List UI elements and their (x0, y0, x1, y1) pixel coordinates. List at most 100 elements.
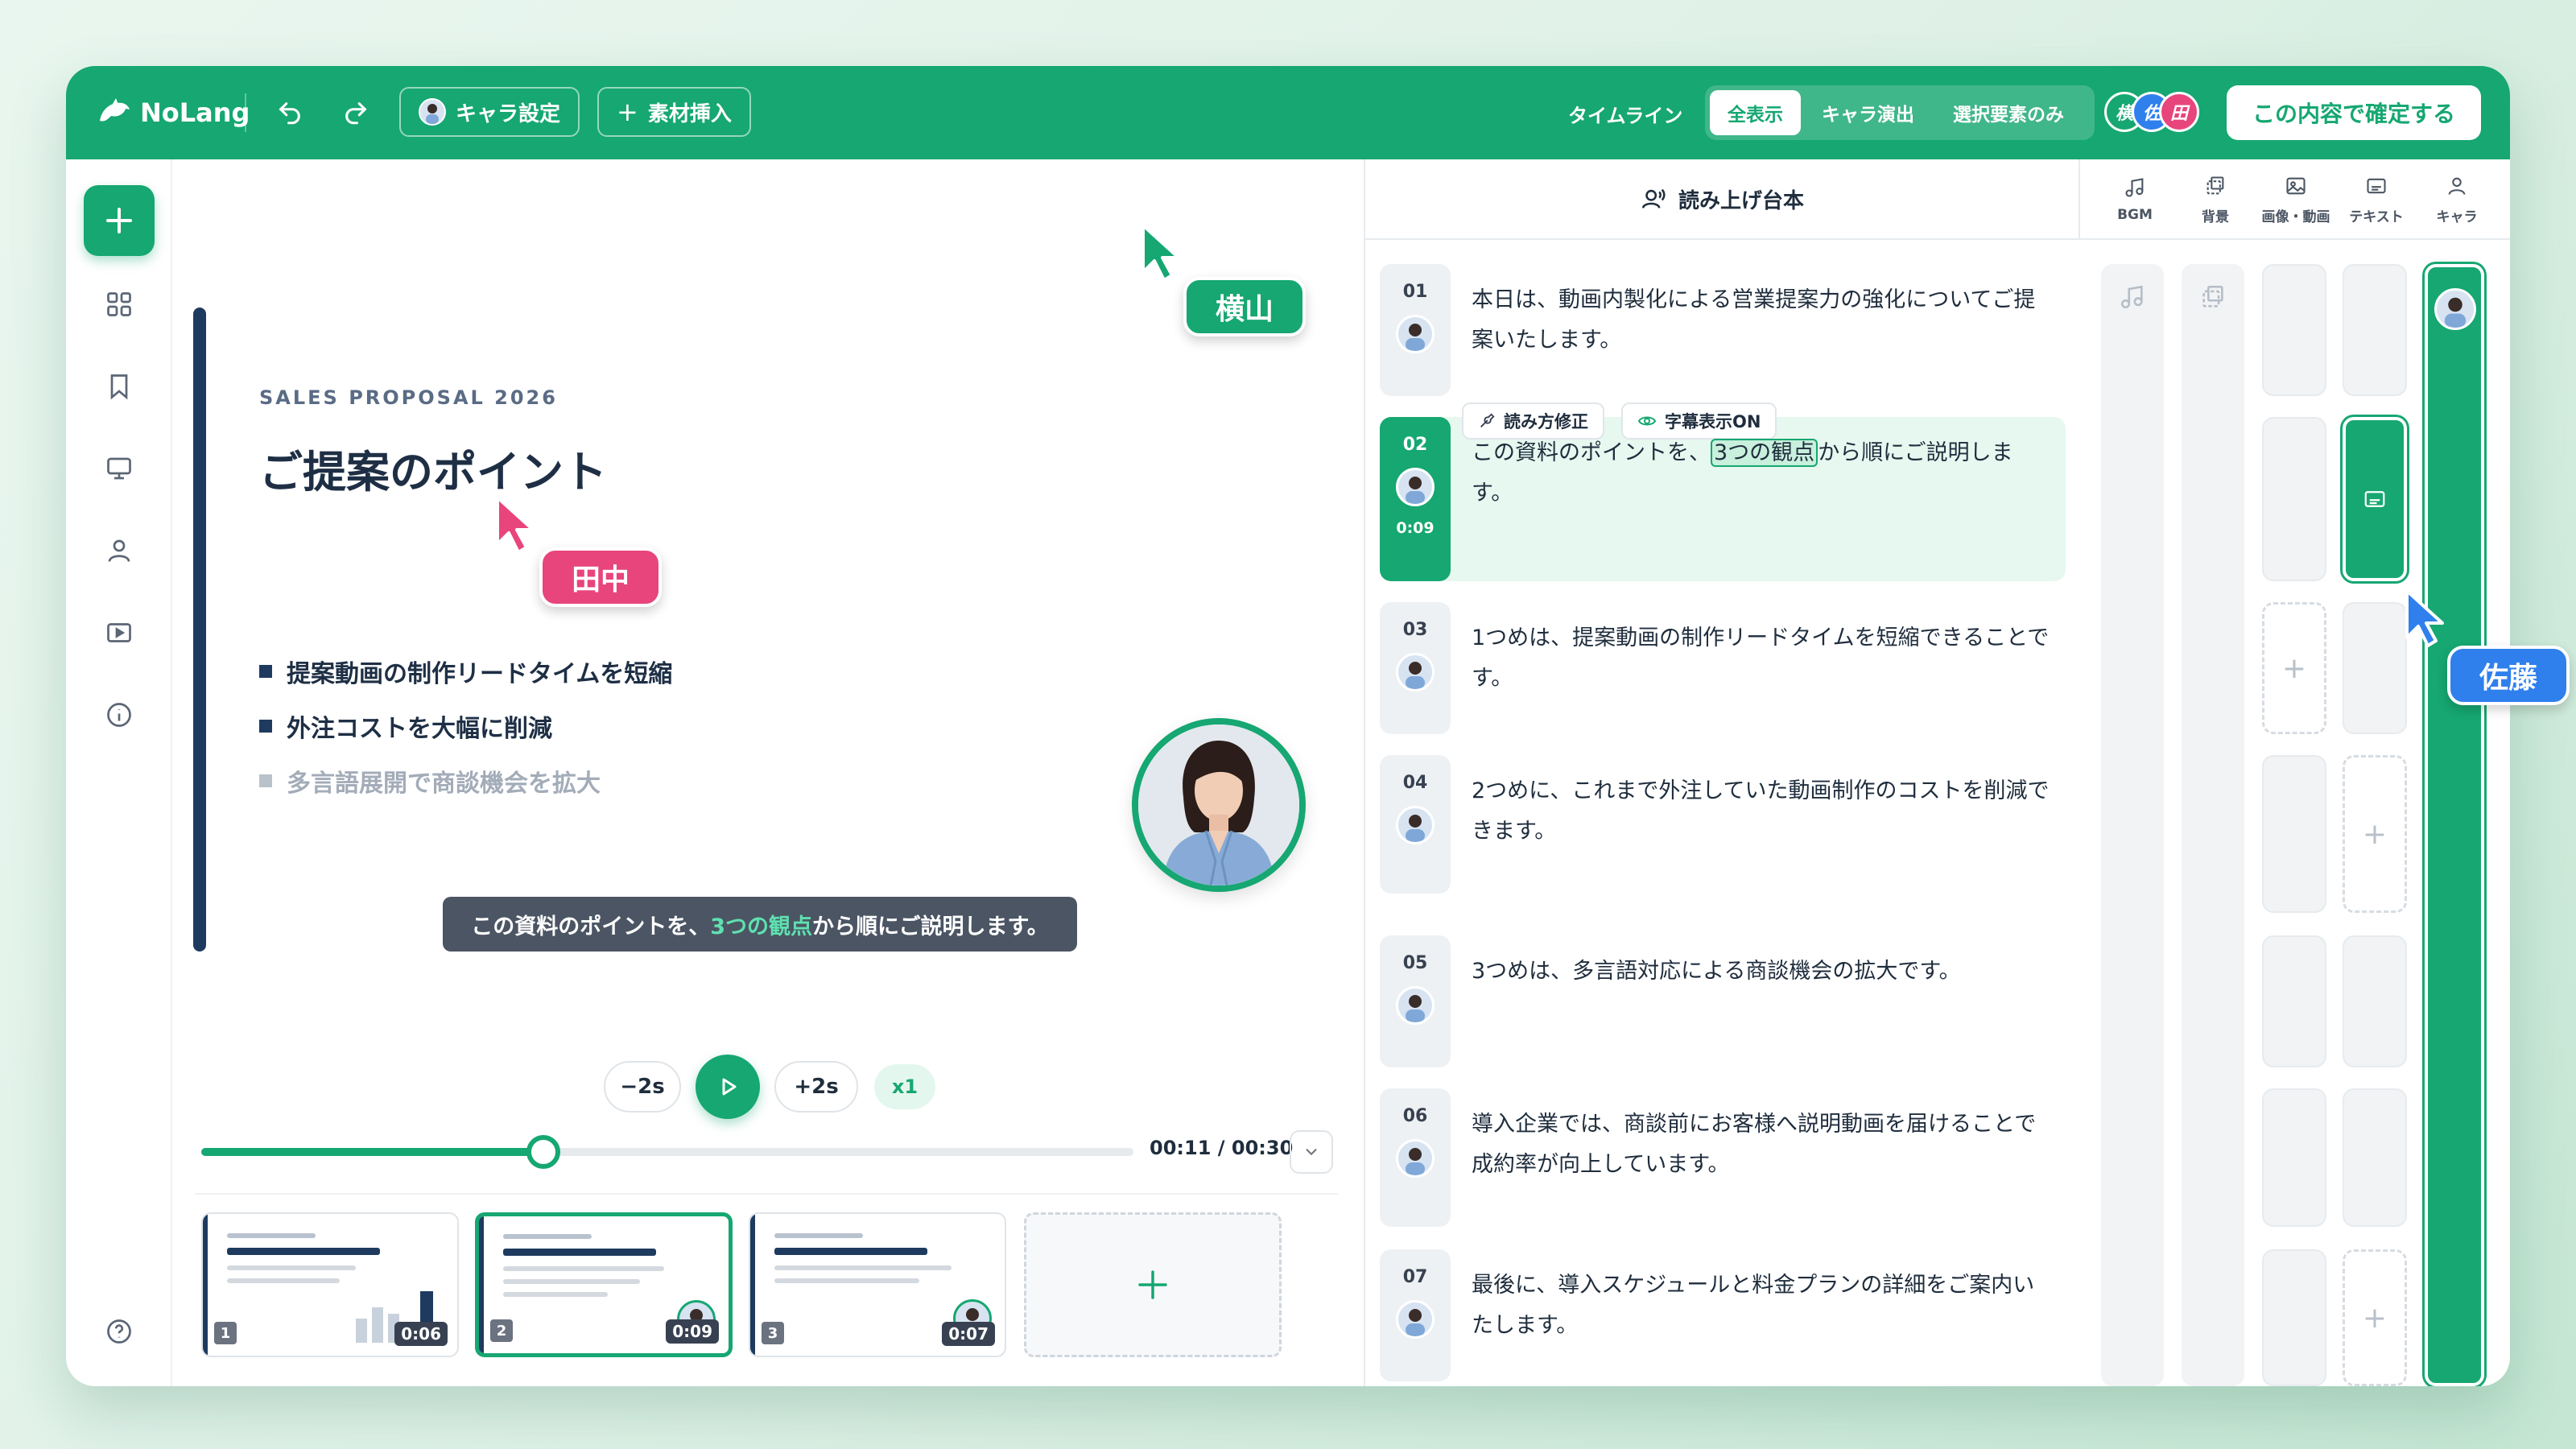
scene-duration: 0:07 (942, 1322, 995, 1346)
speaker-avatar (1396, 468, 1435, 506)
row-number: 05 (1402, 953, 1428, 973)
script-line[interactable]: 1つめは、提案動画の制作リードタイムを短縮できることです。 (1472, 618, 2051, 699)
text-cell-active[interactable] (2343, 417, 2407, 581)
column-text[interactable]: テキスト (2336, 159, 2417, 240)
thumb-line (503, 1279, 640, 1284)
bgm-track[interactable] (2101, 264, 2164, 1386)
add-image-cell[interactable]: + (2262, 602, 2326, 734)
redo-icon[interactable] (333, 90, 378, 135)
image-cell[interactable] (2262, 417, 2326, 581)
tab-selected-only[interactable]: 選択要素のみ (1935, 90, 2082, 135)
bookmark-icon[interactable] (95, 362, 143, 411)
seek-bar[interactable] (201, 1135, 1133, 1169)
slide-title[interactable]: ご提案のポイント (259, 436, 607, 500)
insert-material-button[interactable]: + 素材挿入 (597, 87, 751, 137)
background-track[interactable] (2182, 264, 2244, 1386)
thumb-line (227, 1233, 316, 1238)
thumb-accent (750, 1214, 755, 1356)
tab-chara-direction[interactable]: キャラ演出 (1804, 90, 1932, 135)
scene-duration: 0:09 (666, 1319, 719, 1344)
row-index[interactable]: 07 (1380, 1249, 1451, 1381)
monitor-icon[interactable] (95, 444, 143, 493)
play-button[interactable] (696, 1055, 760, 1119)
thumb-line (774, 1233, 863, 1238)
script-line[interactable]: 導入企業では、商談前にお客様へ説明動画を届けることで成約率が向上しています。 (1472, 1104, 2051, 1185)
script-line[interactable]: 本日は、動画内製化による営業提案力の強化についてご提案いたします。 (1472, 280, 2051, 361)
add-text-cell[interactable]: + (2343, 1249, 2407, 1386)
forward-2s-button[interactable]: +2s (774, 1061, 858, 1113)
slide-bullet[interactable]: 外注コストを大幅に削減 (259, 708, 552, 744)
image-cell[interactable] (2262, 755, 2326, 913)
script-line[interactable]: 2つめに、これまで外注していた動画制作のコストを削減できます。 (1472, 771, 2051, 852)
slide-bullet[interactable]: 提案動画の制作リードタイムを短縮 (259, 654, 672, 689)
slide-bullet[interactable]: 多言語展開で商談機会を拡大 (259, 763, 601, 799)
row-index[interactable]: 05 (1380, 935, 1451, 1067)
thumb-accent (203, 1214, 208, 1356)
presenter-avatar[interactable] (1132, 718, 1306, 892)
app-window: NoLang キャラ設定 + 素材挿入 タイムライン 全表示 キャラ演出 選択要… (66, 66, 2510, 1386)
row-number: 01 (1402, 282, 1428, 302)
thumb-line (503, 1234, 592, 1239)
row-index[interactable]: 03 (1380, 602, 1451, 734)
seek-progress (201, 1148, 543, 1156)
timeline-label: タイムライン (1568, 105, 1683, 127)
video-icon[interactable] (95, 609, 143, 657)
column-bgm[interactable]: BGM (2095, 159, 2175, 240)
add-text-cell[interactable]: + (2343, 755, 2407, 913)
grid-icon[interactable] (95, 280, 143, 328)
scene-number: 2 (490, 1319, 513, 1342)
text-cell[interactable] (2343, 935, 2407, 1067)
playback-speed[interactable]: x1 (874, 1064, 935, 1109)
row-index[interactable]: 04 (1380, 755, 1451, 894)
help-icon[interactable] (95, 1307, 143, 1356)
line-text: この資料のポイントを、 (1472, 440, 1711, 465)
cursor-label-sato: 佐藤 (2447, 646, 2570, 705)
row-index-active[interactable]: 02 0:09 (1380, 417, 1451, 581)
column-image-video[interactable]: 画像・動画 (2256, 159, 2336, 240)
info-icon[interactable] (95, 691, 143, 739)
undo-icon[interactable] (267, 90, 312, 135)
timeline-toggle[interactable] (1290, 1130, 1333, 1174)
highlighted-term[interactable]: 3つの観点 (1711, 439, 1818, 467)
script-line-active[interactable]: この資料のポイントを、 3つの観点 から順にご説明します。 (1472, 433, 2051, 514)
thumb-accent (479, 1216, 484, 1353)
seek-handle[interactable] (526, 1135, 560, 1169)
edit-reading-label: 読み方修正 (1504, 412, 1588, 431)
user-avatar-tanaka[interactable]: 田 (2159, 92, 2199, 132)
brand-logo[interactable]: NoLang (97, 93, 250, 132)
scene-thumbnail[interactable]: 1 0:06 (201, 1212, 459, 1357)
subtitle-caption[interactable]: この資料のポイントを、 3つの観点 から順にご説明します。 (443, 897, 1077, 952)
script-line[interactable]: 最後に、導入スケジュールと料金プランの詳細をご案内いたします。 (1472, 1265, 2051, 1346)
add-button[interactable] (84, 185, 155, 256)
slide-kicker[interactable]: SALES PROPOSAL 2026 (259, 386, 558, 409)
rewind-2s-button[interactable]: −2s (604, 1061, 681, 1113)
row-index[interactable]: 06 (1380, 1088, 1451, 1227)
confirm-button[interactable]: この内容で確定する (2227, 85, 2481, 140)
column-background[interactable]: 背景 (2175, 159, 2256, 240)
row-index[interactable]: 01 (1380, 264, 1451, 396)
image-cell[interactable] (2262, 1249, 2326, 1386)
image-cell[interactable] (2262, 1088, 2326, 1227)
text-cell[interactable] (2343, 1088, 2407, 1227)
thumb-line (774, 1278, 919, 1283)
thumb-line (774, 1248, 927, 1255)
text-cell[interactable] (2343, 602, 2407, 734)
chara-settings-button[interactable]: キャラ設定 (399, 87, 580, 137)
add-scene-button[interactable] (1024, 1212, 1282, 1357)
column-chara[interactable]: キャラ (2417, 159, 2497, 240)
image-icon (2286, 177, 2306, 194)
scene-thumbnail[interactable]: 3 0:07 (749, 1212, 1006, 1357)
image-cell[interactable] (2262, 264, 2326, 396)
play-icon (722, 1078, 737, 1096)
chara-track[interactable] (2425, 264, 2484, 1386)
script-line[interactable]: 3つめは、多言語対応による商談機会の拡大です。 (1472, 952, 2051, 992)
tab-all[interactable]: 全表示 (1710, 90, 1801, 135)
text-cell[interactable] (2343, 264, 2407, 396)
row-number: 06 (1402, 1106, 1428, 1126)
image-cell[interactable] (2262, 935, 2326, 1067)
wrench-icon (1480, 413, 1495, 427)
person-icon[interactable] (95, 526, 143, 575)
scene-thumbnail-selected[interactable]: 2 0:09 (475, 1212, 733, 1357)
bullet-text: 外注コストを大幅に削減 (287, 715, 552, 743)
column-label: キャラ (2436, 208, 2478, 225)
